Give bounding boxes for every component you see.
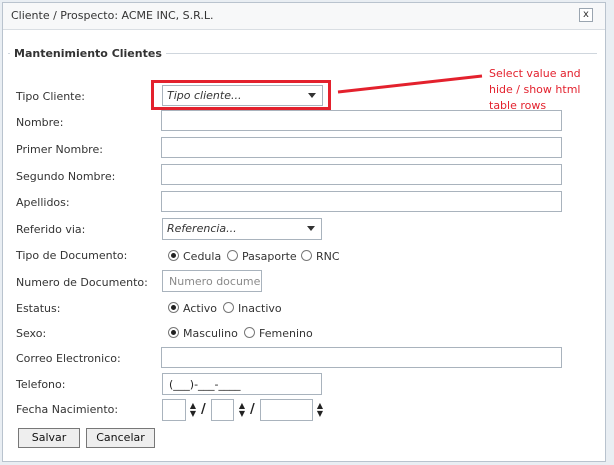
radio-femenino[interactable] [244, 327, 255, 338]
radio-activo[interactable] [168, 302, 179, 313]
close-button[interactable]: x [579, 8, 593, 22]
telefono-label: Telefono: [16, 378, 66, 391]
correo-label: Correo Electronico: [16, 352, 121, 365]
referido-via-select[interactable]: Referencia... [162, 218, 322, 240]
tipo-cliente-label: Tipo Cliente: [16, 90, 85, 103]
tipo-documento-label: Tipo de Documento: [16, 249, 128, 262]
fecha-separator-2: / [250, 402, 255, 417]
fecha-separator-1: / [201, 402, 206, 417]
sexo-label: Sexo: [16, 327, 47, 340]
background-strip [606, 0, 614, 465]
radio-pasaporte[interactable] [227, 250, 238, 261]
radio-rnc-label: RNC [316, 250, 340, 263]
estatus-label: Estatus: [16, 302, 61, 315]
referido-via-label: Referido via: [16, 223, 86, 236]
close-icon: x [583, 9, 589, 20]
chevron-down-icon [307, 226, 315, 231]
fecha-mes-spinner[interactable]: ▲ ▼ [238, 402, 246, 418]
radio-cedula-label: Cedula [183, 250, 222, 263]
telefono-input[interactable]: (___)-___-____ [162, 373, 322, 395]
annotation-note: Select value and hide / show html table … [489, 67, 581, 112]
fecha-anio-input[interactable] [260, 399, 313, 421]
segundo-nombre-input[interactable] [161, 164, 562, 185]
numero-documento-input[interactable]: Numero documento [162, 270, 262, 292]
numero-documento-placeholder: Numero documento [169, 275, 261, 288]
radio-masculino-label: Masculino [183, 327, 238, 340]
radio-pasaporte-label: Pasaporte [242, 250, 297, 263]
section-legend: Mantenimiento Clientes [10, 47, 166, 60]
radio-femenino-label: Femenino [259, 327, 313, 340]
segundo-nombre-label: Segundo Nombre: [16, 170, 116, 183]
radio-rnc[interactable] [301, 250, 312, 261]
fecha-dia-input[interactable] [162, 399, 186, 421]
save-button[interactable]: Salvar [18, 428, 80, 448]
radio-activo-label: Activo [183, 302, 217, 315]
radio-cedula[interactable] [168, 250, 179, 261]
dialog-titlebar: Cliente / Prospecto: ACME INC, S.R.L. x [3, 3, 605, 30]
fecha-mes-input[interactable] [211, 399, 234, 421]
telefono-mask: (___)-___-____ [169, 378, 241, 391]
primer-nombre-input[interactable] [161, 137, 562, 158]
dialog-title: Cliente / Prospecto: ACME INC, S.R.L. [11, 9, 214, 22]
radio-inactivo[interactable] [223, 302, 234, 313]
radio-masculino[interactable] [168, 327, 179, 338]
referido-via-value: Referencia... [167, 222, 237, 235]
annotation-highlight-box [151, 80, 331, 110]
apellidos-input[interactable] [161, 191, 562, 212]
fecha-dia-spinner[interactable]: ▲ ▼ [189, 402, 197, 418]
correo-input[interactable] [161, 347, 562, 368]
primer-nombre-label: Primer Nombre: [16, 143, 103, 156]
cancel-button[interactable]: Cancelar [86, 428, 155, 448]
nombre-label: Nombre: [16, 116, 64, 129]
radio-inactivo-label: Inactivo [238, 302, 282, 315]
fecha-anio-spinner[interactable]: ▲ ▼ [316, 402, 324, 418]
numero-documento-label: Numero de Documento: [16, 276, 148, 289]
fecha-nacimiento-label: Fecha Nacimiento: [16, 403, 119, 416]
annotation-arrow [337, 74, 483, 94]
apellidos-label: Apellidos: [16, 196, 70, 209]
